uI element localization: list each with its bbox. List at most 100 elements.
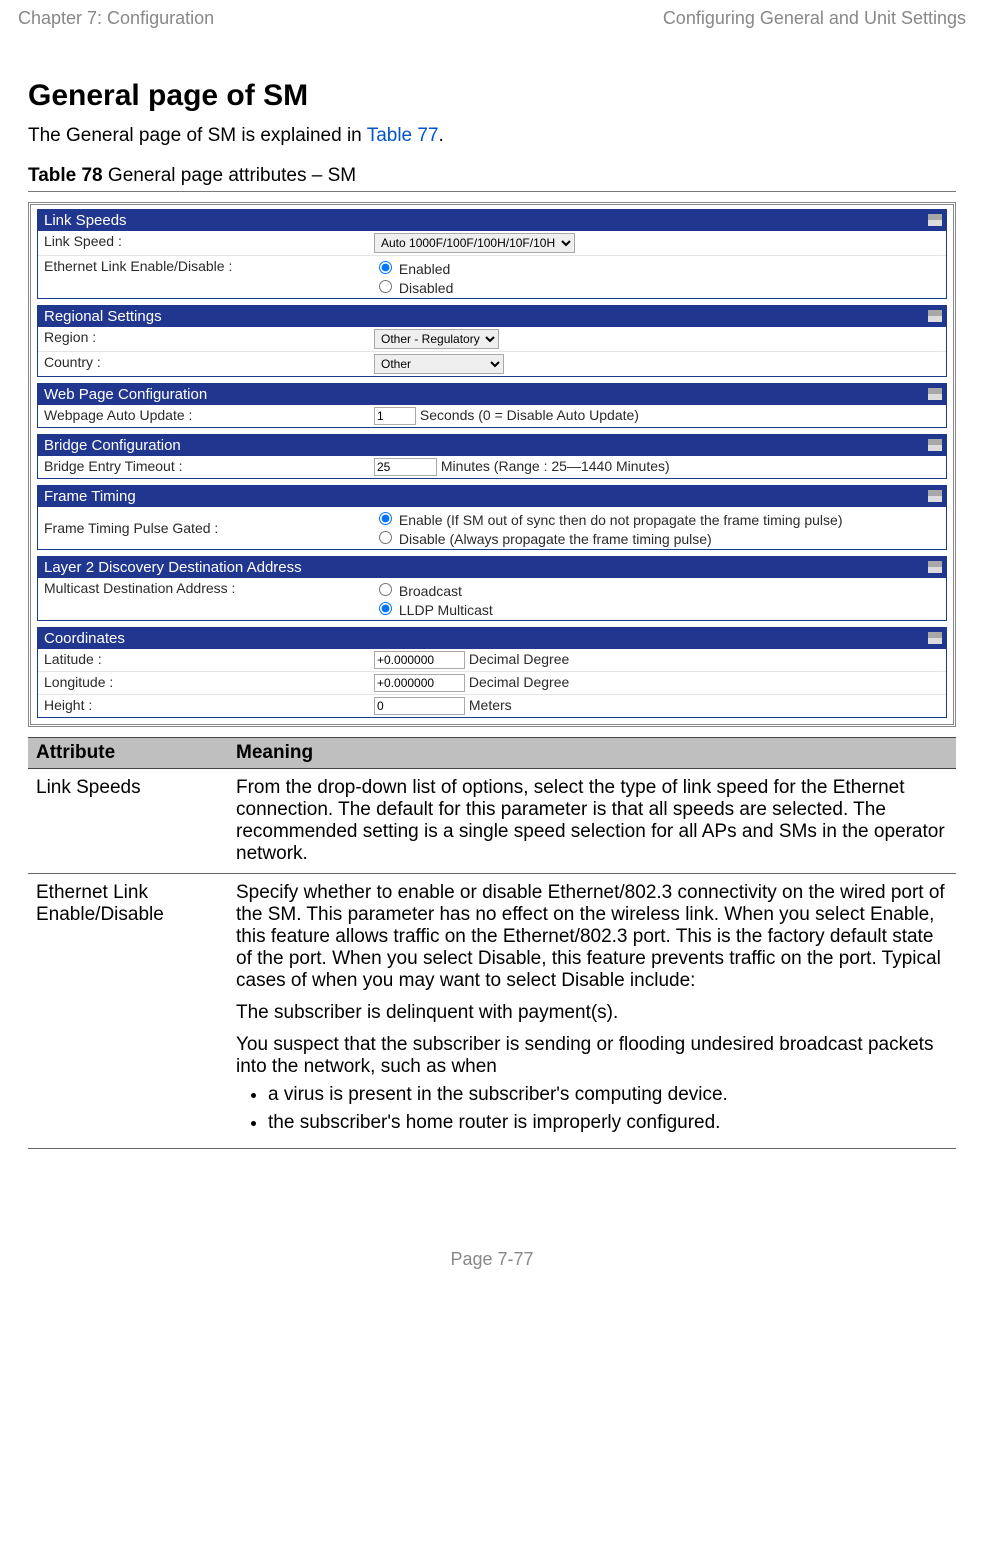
- row-link-speed: Link Speed : Auto 1000F/100F/100H/10F/10…: [38, 231, 946, 255]
- table-caption-bold: Table 78: [28, 165, 103, 186]
- row-multicast-dest: Multicast Destination Address : Broadcas…: [38, 578, 946, 620]
- suffix-height: Meters: [469, 697, 512, 713]
- bold-disable-2: Disable: [561, 970, 624, 991]
- radio-eth-enabled-text: Enabled: [399, 261, 450, 277]
- radio-eth-enabled-label: Enabled: [374, 258, 940, 277]
- select-region[interactable]: Other - Regulatory: [374, 329, 499, 349]
- text-span: Specify whether to enable or disable Eth…: [236, 882, 945, 925]
- row-region: Region : Other - Regulatory: [38, 327, 946, 351]
- row-height: Height : Meters: [38, 694, 946, 717]
- panel-header-coordinates: Coordinates: [38, 628, 946, 649]
- attr-cell-link-speeds: Link Speeds: [28, 769, 228, 874]
- header-left: Chapter 7: Configuration: [18, 8, 214, 29]
- label-auto-update: Webpage Auto Update :: [44, 407, 374, 423]
- meaning-cell-eth-link: Specify whether to enable or disable Eth…: [228, 874, 956, 1149]
- label-eth-link-enable: Ethernet Link Enable/Disable :: [44, 258, 374, 274]
- radio-frame-disable-label: Disable (Always propagate the frame timi…: [374, 528, 940, 547]
- radio-lldp[interactable]: [379, 602, 392, 615]
- list-item: a virus is present in the subscriber's c…: [268, 1084, 948, 1106]
- panel-header-layer2: Layer 2 Discovery Destination Address: [38, 557, 946, 578]
- row-bridge-timeout: Bridge Entry Timeout : Minutes (Range : …: [38, 456, 946, 478]
- panel-bridge: Bridge Configuration Bridge Entry Timeou…: [37, 434, 947, 479]
- bold-disable: Disable: [478, 948, 541, 969]
- panel-header-webpage: Web Page Configuration: [38, 384, 946, 405]
- radio-eth-disabled-text: Disabled: [399, 280, 453, 296]
- radio-broadcast-text: Broadcast: [399, 583, 462, 599]
- select-country[interactable]: Other: [374, 354, 504, 374]
- label-bridge-timeout: Bridge Entry Timeout :: [44, 458, 374, 474]
- attribute-table: Attribute Meaning Link Speeds From the d…: [28, 737, 956, 1149]
- radio-eth-disabled[interactable]: [379, 280, 392, 293]
- row-country: Country : Other: [38, 351, 946, 376]
- radio-eth-enabled[interactable]: [379, 261, 392, 274]
- radio-broadcast[interactable]: [379, 583, 392, 596]
- meaning-text: You suspect that the subscriber is sendi…: [236, 1034, 948, 1078]
- input-auto-update[interactable]: [374, 407, 416, 425]
- panel-frame-timing: Frame Timing Frame Timing Pulse Gated : …: [37, 485, 947, 550]
- bullet-list: a virus is present in the subscriber's c…: [236, 1084, 948, 1134]
- table-row: Link Speeds From the drop-down list of o…: [28, 769, 956, 874]
- input-height[interactable]: [374, 697, 465, 715]
- table-77-link[interactable]: Table 77: [367, 125, 439, 146]
- table-row: Ethernet Link Enable/Disable Specify whe…: [28, 874, 956, 1149]
- radio-frame-enable-text: Enable (If SM out of sync then do not pr…: [399, 512, 843, 528]
- radio-lldp-text: LLDP Multicast: [399, 602, 493, 618]
- radio-eth-disabled-label: Disabled: [374, 277, 940, 296]
- label-latitude: Latitude :: [44, 651, 374, 667]
- radio-frame-disable[interactable]: [379, 531, 392, 544]
- header-right: Configuring General and Unit Settings: [663, 8, 966, 29]
- page-footer: Page 7-77: [18, 1249, 966, 1280]
- table-caption: Table 78 General page attributes – SM: [28, 165, 956, 192]
- list-item: the subscriber's home router is improper…: [268, 1112, 948, 1134]
- suffix-bridge-timeout: Minutes (Range : 25—1440 Minutes): [441, 458, 670, 474]
- row-auto-update: Webpage Auto Update : Seconds (0 = Disab…: [38, 405, 946, 427]
- meaning-cell-link-speeds: From the drop-down list of options, sele…: [228, 769, 956, 874]
- intro-prefix: The General page of SM is explained in: [28, 125, 367, 146]
- label-longitude: Longitude :: [44, 674, 374, 690]
- input-bridge-timeout[interactable]: [374, 458, 437, 476]
- panel-header-link-speeds: Link Speeds: [38, 210, 946, 231]
- panel-coordinates: Coordinates Latitude : Decimal Degree Lo…: [37, 627, 947, 718]
- suffix-latitude: Decimal Degree: [469, 651, 569, 667]
- panel-link-speeds: Link Speeds Link Speed : Auto 1000F/100F…: [37, 209, 947, 299]
- select-link-speed[interactable]: Auto 1000F/100F/100H/10F/10H: [374, 233, 575, 253]
- radio-frame-enable[interactable]: [379, 512, 392, 525]
- radio-frame-disable-text: Disable (Always propagate the frame timi…: [399, 531, 712, 547]
- suffix-auto-update: Seconds (0 = Disable Auto Update): [420, 407, 639, 423]
- input-longitude[interactable]: [374, 674, 465, 692]
- attr-cell-eth-link: Ethernet Link Enable/Disable: [28, 874, 228, 1149]
- radio-frame-enable-label: Enable (If SM out of sync then do not pr…: [374, 509, 940, 528]
- panel-regional: Regional Settings Region : Other - Regul…: [37, 305, 947, 377]
- row-frame-timing: Frame Timing Pulse Gated : Enable (If SM…: [38, 507, 946, 549]
- row-longitude: Longitude : Decimal Degree: [38, 671, 946, 694]
- meaning-text: Specify whether to enable or disable Eth…: [236, 882, 948, 992]
- panel-header-regional: Regional Settings: [38, 306, 946, 327]
- label-link-speed: Link Speed :: [44, 233, 374, 249]
- radio-lldp-label: LLDP Multicast: [374, 599, 940, 618]
- th-attribute: Attribute: [28, 738, 228, 769]
- radio-broadcast-label: Broadcast: [374, 580, 940, 599]
- meaning-text: From the drop-down list of options, sele…: [236, 777, 948, 865]
- suffix-longitude: Decimal Degree: [469, 674, 569, 690]
- input-latitude[interactable]: [374, 651, 465, 669]
- page-title: General page of SM: [28, 79, 956, 113]
- label-region: Region :: [44, 329, 374, 345]
- panel-webpage: Web Page Configuration Webpage Auto Upda…: [37, 383, 947, 428]
- label-frame-timing: Frame Timing Pulse Gated :: [44, 520, 374, 536]
- panel-header-frame-timing: Frame Timing: [38, 486, 946, 507]
- meaning-text: The subscriber is delinquent with paymen…: [236, 1002, 948, 1024]
- config-screenshot: Link Speeds Link Speed : Auto 1000F/100F…: [28, 202, 956, 727]
- intro-text: The General page of SM is explained in T…: [28, 125, 956, 147]
- panel-header-bridge: Bridge Configuration: [38, 435, 946, 456]
- bold-enable: Enable: [870, 904, 929, 925]
- th-meaning: Meaning: [228, 738, 956, 769]
- label-multicast-dest: Multicast Destination Address :: [44, 580, 374, 596]
- label-country: Country :: [44, 354, 374, 370]
- table-caption-rest: General page attributes – SM: [103, 165, 356, 186]
- intro-suffix: .: [439, 125, 444, 146]
- label-height: Height :: [44, 697, 374, 713]
- panel-layer2: Layer 2 Discovery Destination Address Mu…: [37, 556, 947, 621]
- row-latitude: Latitude : Decimal Degree: [38, 649, 946, 671]
- row-eth-link-enable: Ethernet Link Enable/Disable : Enabled D…: [38, 255, 946, 298]
- text-span: include:: [625, 970, 696, 991]
